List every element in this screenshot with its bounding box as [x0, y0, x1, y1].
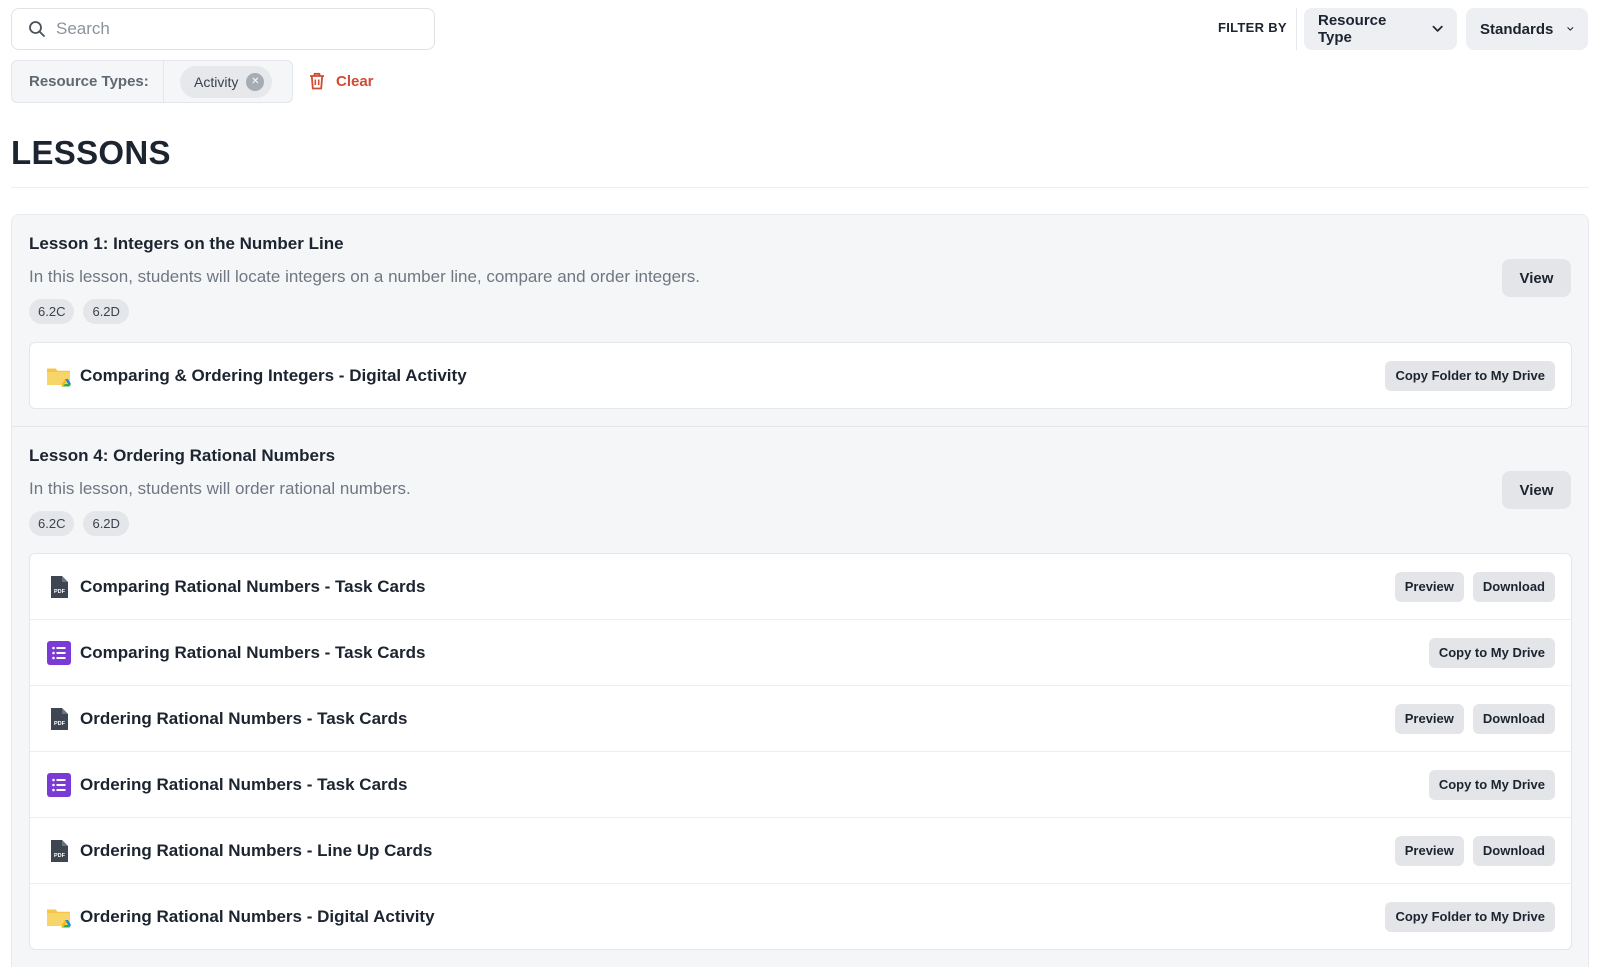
standards-tags: 6.2C 6.2D [29, 299, 138, 324]
trash-icon [310, 72, 324, 90]
resource-row: Comparing Rational Numbers - Task Cards … [30, 619, 1571, 685]
standards-dropdown-label: Standards [1480, 20, 1554, 38]
resource-title: Ordering Rational Numbers - Task Cards [80, 708, 408, 728]
divider [11, 187, 1589, 188]
resource-type-dropdown-label: Resource Type [1318, 12, 1387, 46]
lesson-title: Lesson 1: Integers on the Number Line [29, 234, 344, 253]
standard-tag: 6.2D [83, 511, 129, 536]
view-lesson-button[interactable]: View [1502, 471, 1571, 509]
svg-text:PDF: PDF [54, 721, 66, 727]
resource-title: Ordering Rational Numbers - Line Up Card… [80, 840, 433, 860]
resource-row: Ordering Rational Numbers - Digital Acti… [30, 883, 1571, 949]
standard-tag: 6.2C [29, 511, 75, 536]
resource-type-dropdown[interactable]: Resource Type [1304, 8, 1457, 50]
lessons-panel: Lesson 1: Integers on the Number Line In… [11, 214, 1589, 967]
resource-row: Ordering Rational Numbers - Task Cards C… [30, 751, 1571, 817]
copy-to-drive-button[interactable]: Copy to My Drive [1428, 769, 1555, 800]
pdf-icon: PDF [51, 575, 68, 598]
pdf-icon: PDF [51, 839, 68, 862]
resource-row: PDF Comparing Rational Numbers - Task Ca… [30, 554, 1571, 619]
drive-folder-icon [47, 909, 71, 928]
resource-row: Comparing & Ordering Integers - Digital … [30, 343, 1571, 408]
copy-folder-to-drive-button[interactable]: Copy Folder to My Drive [1385, 360, 1555, 391]
clear-label: Clear [336, 72, 374, 90]
lesson-title: Lesson 4: Ordering Rational Numbers [29, 446, 336, 465]
svg-text:PDF: PDF [54, 853, 66, 859]
remove-filter-icon[interactable]: ✕ [246, 72, 265, 91]
search-icon [29, 21, 45, 37]
lesson-description: In this lesson, students will order rati… [29, 479, 411, 498]
active-filters-label: Resource Types: [12, 61, 164, 102]
resource-title: Comparing Rational Numbers - Task Cards [80, 576, 426, 596]
view-lesson-button[interactable]: View [1502, 259, 1571, 297]
resource-list: PDF Comparing Rational Numbers - Task Ca… [29, 553, 1572, 950]
forms-icon [47, 772, 71, 797]
preview-button[interactable]: Preview [1394, 571, 1464, 602]
download-button[interactable]: Download [1472, 571, 1555, 602]
svg-text:PDF: PDF [54, 589, 66, 595]
chevron-down-icon [1432, 25, 1443, 32]
resource-row: PDF Ordering Rational Numbers - Task Car… [30, 685, 1571, 751]
resource-title: Comparing Rational Numbers - Task Cards [80, 642, 426, 662]
pdf-icon: PDF [51, 707, 68, 730]
resource-list: Comparing & Ordering Integers - Digital … [29, 342, 1572, 409]
copy-to-drive-button[interactable]: Copy to My Drive [1428, 637, 1555, 668]
resource-title: Ordering Rational Numbers - Task Cards [80, 774, 408, 794]
preview-button[interactable]: Preview [1394, 703, 1464, 734]
search-box[interactable] [11, 8, 435, 50]
resource-row: PDF Ordering Rational Numbers - Line Up … [30, 817, 1571, 883]
copy-folder-to-drive-button[interactable]: Copy Folder to My Drive [1385, 901, 1555, 932]
standards-tags: 6.2C 6.2D [29, 511, 138, 536]
active-filters: Resource Types: Activity ✕ [11, 60, 293, 103]
clear-filters-button[interactable]: Clear [308, 69, 374, 93]
lesson-description: In this lesson, students will locate int… [29, 267, 700, 286]
filter-chip-activity: Activity ✕ [180, 65, 273, 98]
forms-icon [47, 640, 71, 665]
preview-button[interactable]: Preview [1394, 835, 1464, 866]
resource-title: Comparing & Ordering Integers - Digital … [80, 365, 467, 385]
page-title: LESSONS [11, 134, 171, 171]
download-button[interactable]: Download [1472, 835, 1555, 866]
download-button[interactable]: Download [1472, 703, 1555, 734]
lesson-divider [12, 426, 1588, 427]
standard-tag: 6.2D [83, 299, 129, 324]
drive-folder-icon [47, 368, 71, 387]
filter-chip-label: Activity [194, 73, 239, 90]
search-input[interactable] [56, 19, 416, 39]
filter-by-label: FILTER BY [1218, 20, 1287, 35]
resource-title: Ordering Rational Numbers - Digital Acti… [80, 906, 435, 926]
standard-tag: 6.2C [29, 299, 75, 324]
filter-divider [1296, 8, 1297, 50]
standards-dropdown[interactable]: Standards [1466, 8, 1588, 50]
chevron-down-icon [1567, 27, 1574, 31]
